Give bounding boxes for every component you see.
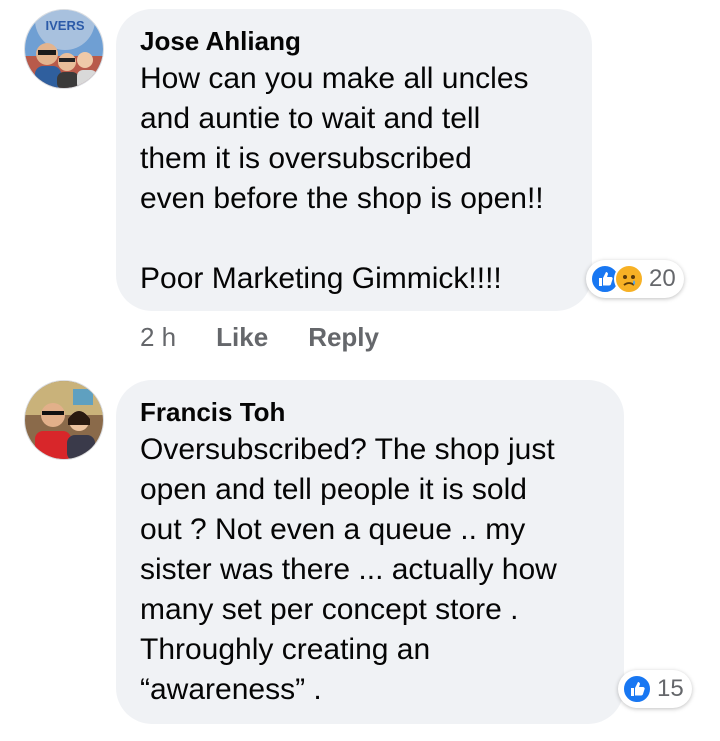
reaction-count: 15 bbox=[657, 675, 684, 702]
comment-bubble: Jose Ahliang How can you make all uncles… bbox=[116, 9, 592, 311]
avatar-photo-icon bbox=[25, 381, 103, 459]
sad-icon bbox=[614, 264, 644, 294]
like-button[interactable]: Like bbox=[216, 322, 268, 353]
reaction-summary[interactable]: 20 bbox=[586, 260, 684, 298]
comment-bubble: Francis Toh Oversubscribed? The shop jus… bbox=[116, 380, 624, 724]
comment-author[interactable]: Jose Ahliang bbox=[140, 25, 568, 57]
comment-actions: 2 h Like Reply bbox=[140, 322, 419, 353]
comment-author[interactable]: Francis Toh bbox=[140, 396, 600, 428]
reaction-summary[interactable]: 15 bbox=[618, 670, 692, 708]
reaction-count: 20 bbox=[649, 265, 676, 292]
avatar-sign-text: IVERS bbox=[45, 18, 84, 33]
like-icon bbox=[622, 674, 652, 704]
avatar[interactable]: IVERS bbox=[24, 9, 104, 89]
comment-timestamp[interactable]: 2 h bbox=[140, 322, 176, 353]
reply-button[interactable]: Reply bbox=[308, 322, 379, 353]
comment-text: Oversubscribed? The shop just open and t… bbox=[140, 433, 557, 706]
avatar[interactable] bbox=[24, 380, 104, 460]
avatar-photo-icon: IVERS bbox=[25, 10, 103, 88]
comment-text: How can you make all uncles and auntie t… bbox=[140, 62, 544, 295]
